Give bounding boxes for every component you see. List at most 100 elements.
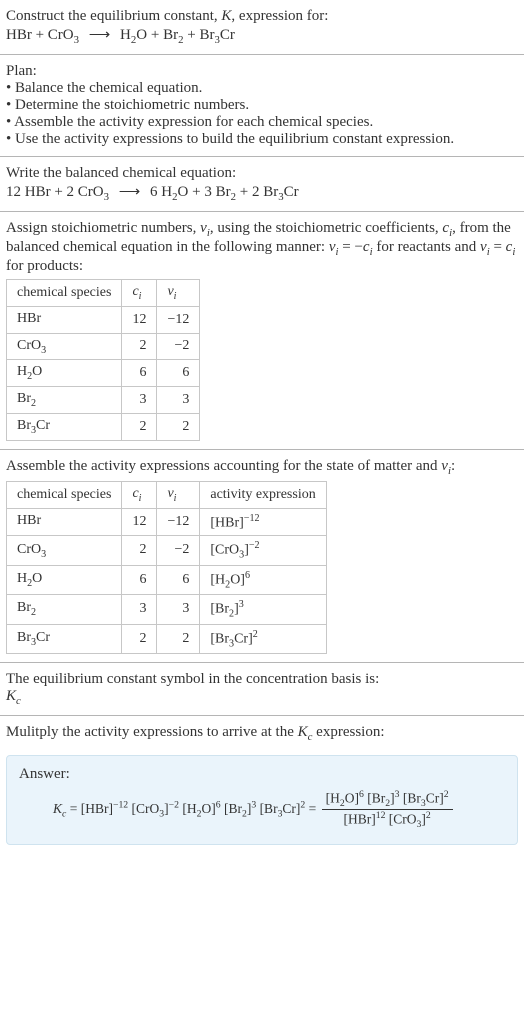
ans-t2-sup: −2 (169, 799, 179, 810)
cell-activity: [H2O]6 (200, 565, 326, 594)
rhs-a: H (120, 27, 131, 43)
balance-block: Write the balanced chemical equation: 12… (0, 157, 524, 211)
nui-sub: i (174, 291, 177, 302)
ans-t1-sup: −12 (113, 799, 128, 810)
mul-kc: K (298, 724, 308, 740)
bal-rhs-a: 6 H (150, 184, 172, 200)
ae-sup: 6 (245, 570, 250, 581)
cell-ci: 2 (122, 333, 157, 360)
den-a: [HBr] (343, 812, 375, 827)
col-nui: νi (157, 280, 200, 307)
assemble-text: Assemble the activity expressions accoun… (6, 458, 518, 477)
col-species: chemical species (7, 481, 122, 508)
rel-c2-sub: i (512, 246, 515, 258)
ans-eq2: = (305, 801, 319, 816)
cell-species: Br2 (7, 387, 122, 414)
col-species: chemical species (7, 280, 122, 307)
table-header-row: chemical species ci νi activity expressi… (7, 481, 327, 508)
assign-d: for reactants and (373, 239, 480, 255)
arrow-icon: ⟶ (113, 184, 147, 200)
plan-bullet: • Use the activity expressions to build … (6, 131, 518, 148)
bal-rhs-d: Cr (284, 184, 299, 200)
eq-lhs-sub: 3 (74, 34, 79, 46)
rel-eq: = − (338, 239, 362, 255)
num-c2: Cr] (426, 791, 444, 806)
den-b-sup: 2 (426, 810, 431, 821)
cell-species: Br3Cr (7, 624, 122, 653)
ae-sup: −2 (249, 540, 260, 551)
bal-lhs-a: 12 HBr + 2 CrO (6, 184, 104, 200)
cell-species: CrO3 (7, 536, 122, 565)
stoich-table: chemical species ci νi HBr12−12 CrO32−2 … (6, 279, 200, 441)
ans-t2: [CrO (132, 801, 160, 816)
plan-bullet: • Determine the stoichiometric numbers. (6, 97, 518, 114)
ans-t5: [Br (260, 801, 278, 816)
sp: HBr (17, 311, 41, 326)
mul-a: Mulitply the activity expressions to arr… (6, 724, 298, 740)
sp-sub: 2 (31, 607, 36, 618)
ae: [HBr] (210, 515, 243, 530)
cell-nui: 3 (157, 387, 200, 414)
activity-table: chemical species ci νi activity expressi… (6, 481, 327, 654)
sp-sub: 3 (41, 344, 46, 355)
answer-label: Answer: (19, 766, 505, 783)
cell-ci: 12 (122, 508, 157, 536)
cell-species: HBr (7, 306, 122, 333)
table-row: CrO32−2 (7, 333, 200, 360)
ans-t3-sup: 6 (216, 799, 221, 810)
col-ci: ci (122, 280, 157, 307)
col-activity: activity expression (200, 481, 326, 508)
sp-b: Cr (36, 418, 50, 433)
ci-sub: i (139, 291, 142, 302)
rel-c: c (363, 239, 370, 255)
sp: Br (17, 418, 31, 433)
cell-activity: [Br2]3 (200, 595, 326, 624)
assemble-a: Assemble the activity expressions accoun… (6, 458, 441, 474)
table-row: Br3Cr22[Br3Cr]2 (7, 624, 327, 653)
mul-b: expression: (312, 724, 384, 740)
intro-equation: HBr + CrO3 ⟶ H2O + Br2 + Br3Cr (6, 25, 518, 46)
assign-text: Assign stoichiometric numbers, νi, using… (6, 220, 518, 275)
cell-nui: −2 (157, 536, 200, 565)
kc-symbol: Kc (6, 688, 518, 707)
sp: H (17, 364, 27, 379)
sp: H (17, 571, 27, 586)
cell-activity: [HBr]−12 (200, 508, 326, 536)
symbol-line: The equilibrium constant symbol in the c… (6, 671, 518, 688)
sp: Br (17, 600, 31, 615)
rel-eq2: = (490, 239, 506, 255)
cell-ci: 2 (122, 413, 157, 440)
fraction-numerator: [H2O]6 [Br2]3 [Br3Cr]2 (322, 789, 453, 810)
cell-species: Br2 (7, 595, 122, 624)
cell-nui: 2 (157, 413, 200, 440)
kc-k: K (6, 688, 16, 704)
plan-bullet: • Assemble the activity expression for e… (6, 114, 518, 131)
cell-nui: 6 (157, 360, 200, 387)
num-c-sup: 2 (444, 789, 449, 800)
table-row: CrO32−2[CrO3]−2 (7, 536, 327, 565)
cell-ci: 12 (122, 306, 157, 333)
col-ci: ci (122, 481, 157, 508)
cell-species: Br3Cr (7, 413, 122, 440)
num-a: [H (326, 791, 340, 806)
arrow-icon: ⟶ (83, 27, 117, 43)
assemble-nu: ν (441, 458, 448, 474)
eq-lhs-text: HBr + CrO (6, 27, 74, 43)
cell-activity: [Br3Cr]2 (200, 624, 326, 653)
balanced-equation: 12 HBr + 2 CrO3 ⟶ 6 H2O + 3 Br2 + 2 Br3C… (6, 182, 518, 203)
plan-title: Plan: (6, 63, 518, 80)
ae: [Br (210, 631, 229, 646)
balance-title: Write the balanced chemical equation: (6, 165, 518, 182)
assemble-block: Assemble the activity expressions accoun… (0, 450, 524, 662)
cell-species: CrO3 (7, 333, 122, 360)
fraction-denominator: [HBr]12 [CrO3]2 (322, 810, 453, 830)
table-row: Br233[Br2]3 (7, 595, 327, 624)
symbol-block: The equilibrium constant symbol in the c… (0, 663, 524, 715)
cell-activity: [CrO3]−2 (200, 536, 326, 565)
cell-species: H2O (7, 360, 122, 387)
assign-e: for products: (6, 258, 83, 274)
cell-nui: 6 (157, 565, 200, 594)
cell-ci: 3 (122, 595, 157, 624)
cell-nui: 2 (157, 624, 200, 653)
table-row: H2O66[H2O]6 (7, 565, 327, 594)
